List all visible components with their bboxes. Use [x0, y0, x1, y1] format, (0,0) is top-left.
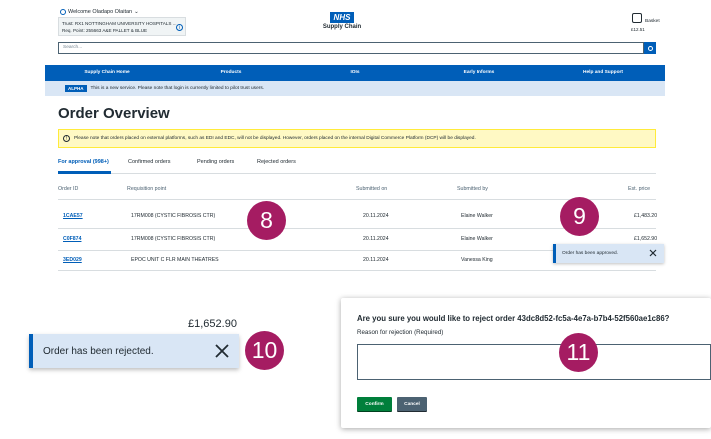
- search-button[interactable]: [644, 42, 656, 54]
- nav-item-help-support[interactable]: Help and Support: [541, 65, 665, 81]
- submitted-on: 20.11.2024: [363, 257, 389, 263]
- basket-total: £12.51: [631, 27, 645, 32]
- order-tabs: For approval (998+) Confirmed orders Pen…: [58, 157, 656, 174]
- requisition-point: EPOC UNIT C FLR MAIN THEATRES: [131, 257, 219, 263]
- col-header-requisition-point: Requisition point: [127, 186, 167, 192]
- close-icon[interactable]: [648, 248, 658, 258]
- basket-label[interactable]: Basket: [645, 19, 660, 24]
- est-price: £1,483.20: [634, 213, 658, 219]
- table-divider: [58, 199, 656, 200]
- warning-text: Please note that orders placed on extern…: [74, 136, 476, 141]
- nhs-logo[interactable]: NHS: [330, 12, 354, 23]
- nav-item-iois[interactable]: IOIs: [293, 65, 417, 81]
- user-icon: [60, 9, 66, 15]
- cancel-button[interactable]: Cancel: [397, 397, 427, 411]
- tab-confirmed-orders[interactable]: Confirmed orders: [128, 159, 171, 165]
- chevron-down-icon: ⌄: [134, 9, 139, 15]
- warning-callout: ! Please note that orders placed on exte…: [58, 129, 656, 148]
- trust-line: Trust: RX1 NOTTINGHAM UNIVERSITY HOSPITA…: [62, 21, 177, 26]
- trust-info-box: Trust: RX1 NOTTINGHAM UNIVERSITY HOSPITA…: [58, 17, 186, 36]
- requisition-point: 17RM008 (CYSTIC FIBROSIS CTR): [131, 236, 216, 242]
- toast-rejected-text: Order has been rejected.: [43, 345, 154, 357]
- step-badge-11: 11: [559, 333, 598, 372]
- submitted-on: 20.11.2024: [363, 236, 389, 242]
- table-divider: [58, 270, 656, 271]
- tab-for-approval[interactable]: For approval (998+): [58, 159, 109, 165]
- active-tab-indicator: [58, 171, 111, 174]
- alpha-banner: ALPHA This is a new service. Please note…: [45, 81, 665, 96]
- alpha-tag: ALPHA: [65, 85, 87, 92]
- welcome-user[interactable]: Welcome Oladapo Olaitan ⌄: [60, 9, 139, 15]
- tab-rejected-orders[interactable]: Rejected orders: [257, 159, 296, 165]
- col-header-order-id: Order ID: [58, 186, 79, 192]
- nav-item-products[interactable]: Products: [169, 65, 293, 81]
- zoomed-price: £1,652.90: [188, 318, 237, 330]
- logo-subtitle: Supply Chain: [322, 24, 362, 30]
- confirm-button[interactable]: Confirm: [357, 397, 392, 411]
- toast-rejected: Order has been rejected.: [29, 334, 239, 368]
- submitted-by: Elaine Walker: [461, 236, 493, 242]
- requisition-point: 17RM008 (CYSTIC FIBROSIS CTR): [131, 213, 216, 219]
- submitted-by: Elaine Walker: [461, 213, 493, 219]
- order-id-link[interactable]: 1CAE57: [63, 213, 83, 219]
- dialog-title: Are you sure you would like to reject or…: [357, 314, 670, 323]
- order-id-link[interactable]: C0F874: [63, 236, 81, 242]
- step-badge-8: 8: [247, 201, 286, 240]
- toast-approved-text: Order has been approved.: [562, 251, 619, 256]
- order-id-link[interactable]: 3ED029: [63, 257, 82, 263]
- step-badge-10: 10: [245, 331, 284, 370]
- nav-item-supply-chain-home[interactable]: Supply Chain Home: [45, 65, 169, 81]
- main-nav: Supply Chain Home Products IOIs Early In…: [45, 65, 665, 81]
- submitted-by: Vanessa King: [461, 257, 493, 263]
- basket-icon[interactable]: [632, 13, 642, 23]
- close-icon[interactable]: [213, 342, 231, 360]
- submitted-on: 20.11.2024: [363, 213, 389, 219]
- welcome-text: Welcome Oladapo Olaitan: [68, 9, 133, 15]
- rejection-reason-label: Reason for rejection (Required): [357, 329, 444, 336]
- search-input[interactable]: Search...: [58, 42, 644, 54]
- rejection-reason-textarea[interactable]: [357, 344, 711, 380]
- tab-pending-orders[interactable]: Pending orders: [197, 159, 234, 165]
- search-icon: [647, 45, 653, 51]
- nav-item-early-informs[interactable]: Early Informs: [417, 65, 541, 81]
- step-badge-9: 9: [560, 197, 599, 236]
- col-header-est-price: Est. price: [628, 186, 651, 192]
- col-header-submitted-on: Submitted on: [356, 186, 388, 192]
- page-title: Order Overview: [58, 105, 170, 122]
- col-header-submitted-by: Submitted by: [457, 186, 488, 192]
- req-point-line: Req. Point: 255663 A&E PALLET & BLUE: [62, 28, 148, 33]
- warning-icon: !: [63, 135, 70, 142]
- info-icon[interactable]: i: [176, 24, 183, 31]
- alpha-message: This is a new service. Please note that …: [90, 86, 265, 91]
- est-price: £1,652.90: [634, 236, 658, 242]
